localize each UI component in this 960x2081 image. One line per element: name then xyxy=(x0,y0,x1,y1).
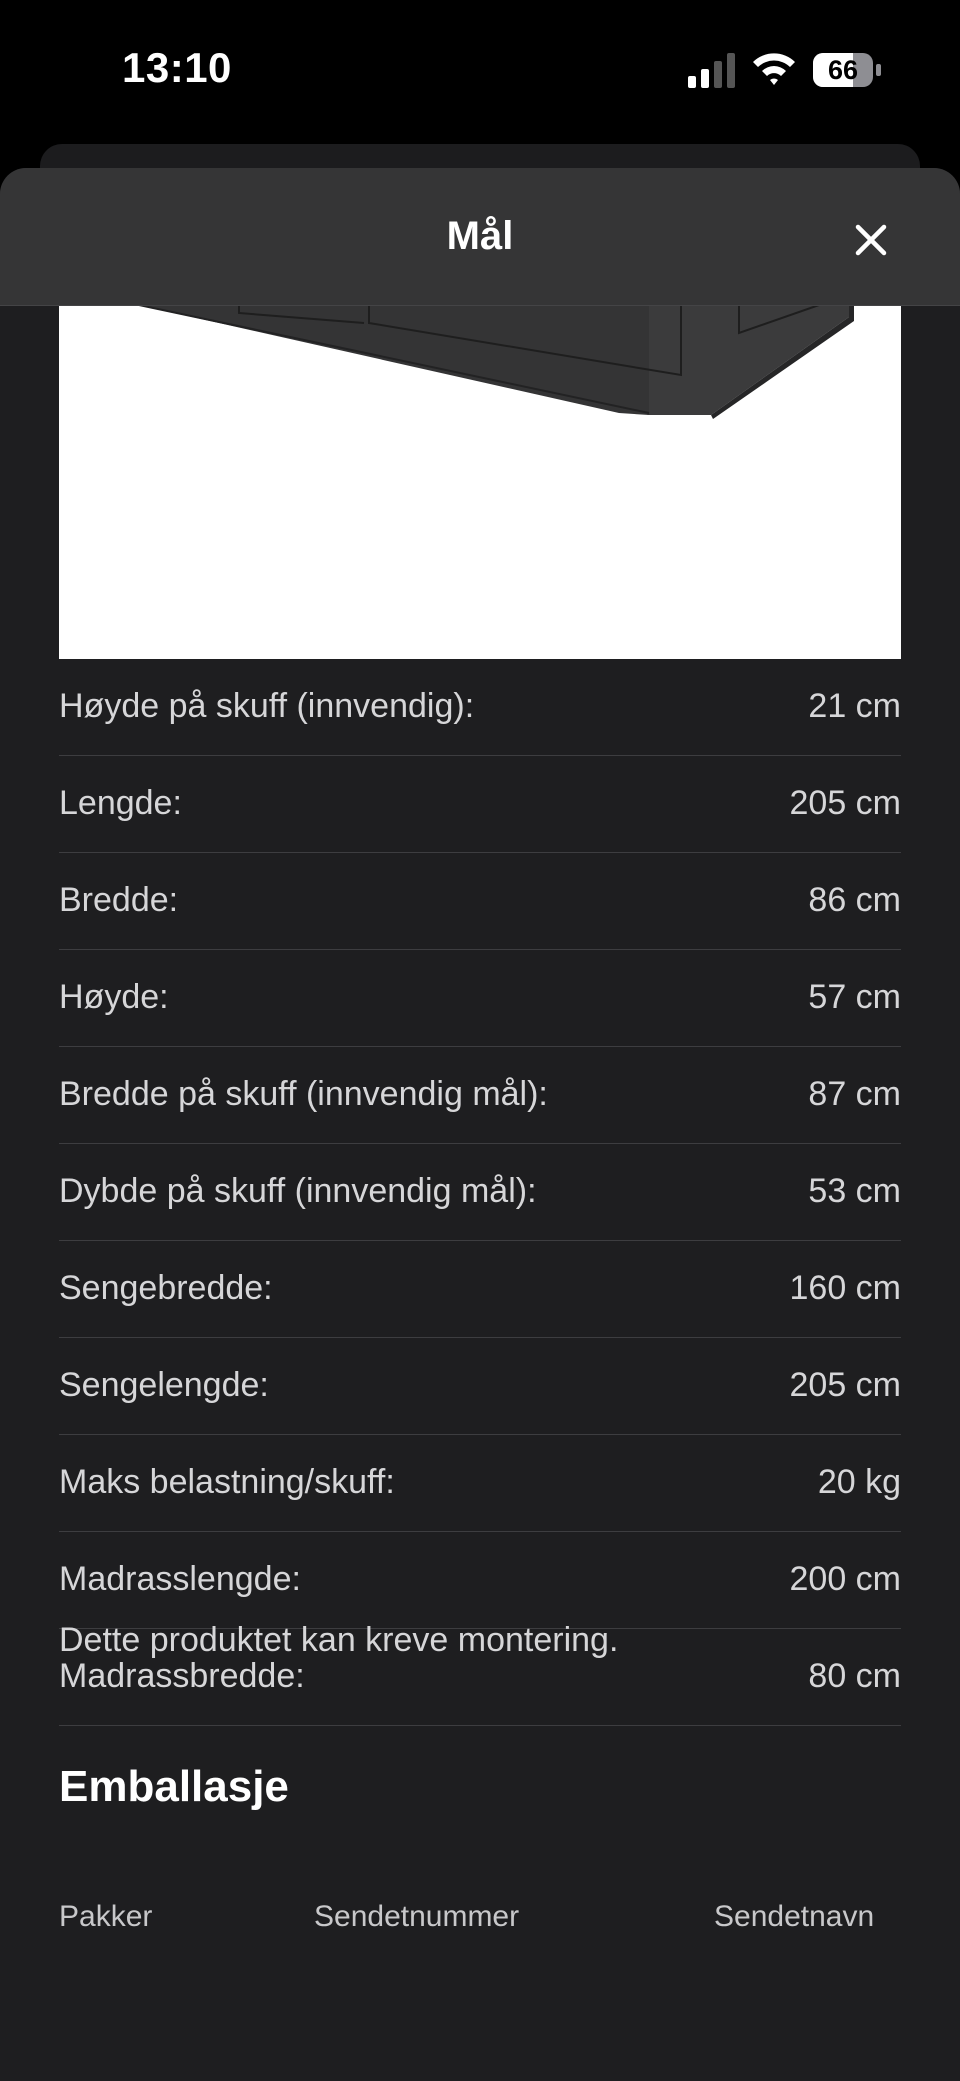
spec-list: Høyde på skuff (innvendig): 21 cm Lengde… xyxy=(59,659,901,1726)
packaging-column-header: Sendetnummer xyxy=(314,1900,520,1933)
bed-frame-illustration xyxy=(138,305,854,419)
product-image xyxy=(59,305,901,659)
spec-value: 86 cm xyxy=(808,881,901,919)
spec-label: Madrassbredde: xyxy=(59,1657,305,1695)
spec-label: Bredde på skuff (innvendig mål): xyxy=(59,1075,548,1113)
sheet-title: Mål xyxy=(446,214,514,258)
packaging-columns: Pakker Sendetnummer Sendetnavn xyxy=(59,1900,901,1940)
spec-row: Bredde: 86 cm xyxy=(59,853,901,950)
close-icon[interactable] xyxy=(846,215,896,265)
spec-label: Lengde: xyxy=(59,784,182,822)
spec-label: Høyde på skuff (innvendig): xyxy=(59,687,475,725)
spec-row: Lengde: 205 cm xyxy=(59,756,901,853)
spec-row: Høyde: 57 cm xyxy=(59,950,901,1047)
packaging-column-header: Pakker xyxy=(59,1900,153,1933)
spec-row: Dybde på skuff (innvendig mål): 53 cm xyxy=(59,1144,901,1241)
spec-label: Dybde på skuff (innvendig mål): xyxy=(59,1172,537,1210)
wifi-icon xyxy=(753,53,795,85)
spec-value: 87 cm xyxy=(808,1075,901,1113)
spec-row: Maks belastning/skuff: 20 kg xyxy=(59,1435,901,1532)
spec-value: 160 cm xyxy=(789,1269,902,1307)
spec-value: 57 cm xyxy=(808,978,901,1016)
spec-row: Madrasslengde: 200 cm xyxy=(59,1532,901,1629)
spec-value: 205 cm xyxy=(789,1366,902,1404)
status-bar: 13:10 66 xyxy=(0,0,960,140)
spec-row: Bredde på skuff (innvendig mål): 87 cm xyxy=(59,1047,901,1144)
spec-row: Sengebredde: 160 cm xyxy=(59,1241,901,1338)
spec-value: 80 cm xyxy=(808,1657,901,1695)
sheet-header: Mål xyxy=(0,168,960,306)
spec-value: 21 cm xyxy=(808,687,901,725)
spec-label: Høyde: xyxy=(59,978,169,1016)
battery-level: 66 xyxy=(827,55,859,85)
spec-value: 200 cm xyxy=(789,1560,902,1598)
spec-value: 20 kg xyxy=(817,1463,901,1501)
spec-label: Sengebredde: xyxy=(59,1269,273,1307)
spec-label: Madrasslengde: xyxy=(59,1560,301,1598)
spec-value: 53 cm xyxy=(808,1172,901,1210)
packaging-column-header: Sendetnavn xyxy=(714,1900,875,1933)
spec-row: Sengelengde: 205 cm xyxy=(59,1338,901,1435)
signal-icon xyxy=(688,53,735,88)
packaging-heading: Emballasje xyxy=(59,1762,289,1811)
spec-label: Sengelengde: xyxy=(59,1366,269,1404)
spec-label: Maks belastning/skuff: xyxy=(59,1463,395,1501)
assembly-note: Dette produktet kan kreve montering. xyxy=(59,1621,619,1659)
status-time: 13:10 xyxy=(122,44,232,91)
spec-label: Bredde: xyxy=(59,881,179,919)
spec-row: Høyde på skuff (innvendig): 21 cm xyxy=(59,659,901,756)
spec-value: 205 cm xyxy=(789,784,902,822)
